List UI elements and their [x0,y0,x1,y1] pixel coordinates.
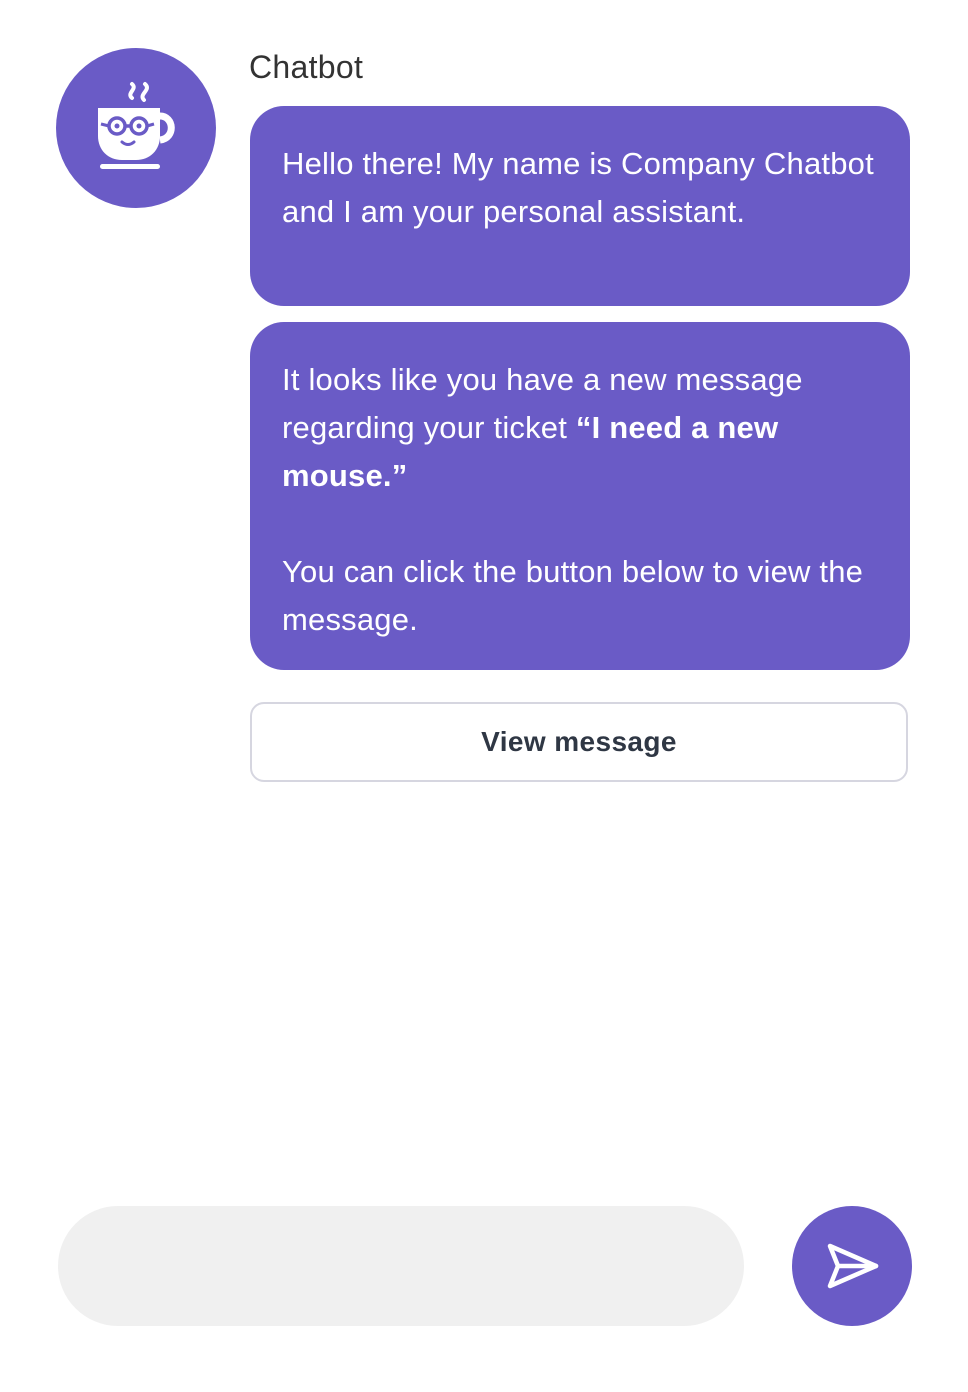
view-message-button[interactable]: View message [250,702,908,782]
message-text: Hello there! My name is Company Chatbot … [282,146,874,229]
coffee-cup-with-glasses-icon [98,82,175,169]
message-text: You can click the button below to view t… [282,554,864,637]
chat-message: Hello there! My name is Company Chatbot … [250,106,910,306]
chatbot-avatar [56,48,216,208]
sender-name: Chatbot [249,49,364,85]
message-input[interactable] [58,1206,744,1326]
message-paragraph: It looks like you have a new message reg… [282,356,878,500]
send-button[interactable] [792,1206,912,1326]
send-arrow-icon [827,1243,879,1289]
chat-message: It looks like you have a new message reg… [250,322,910,670]
message-input-container [58,1206,744,1326]
